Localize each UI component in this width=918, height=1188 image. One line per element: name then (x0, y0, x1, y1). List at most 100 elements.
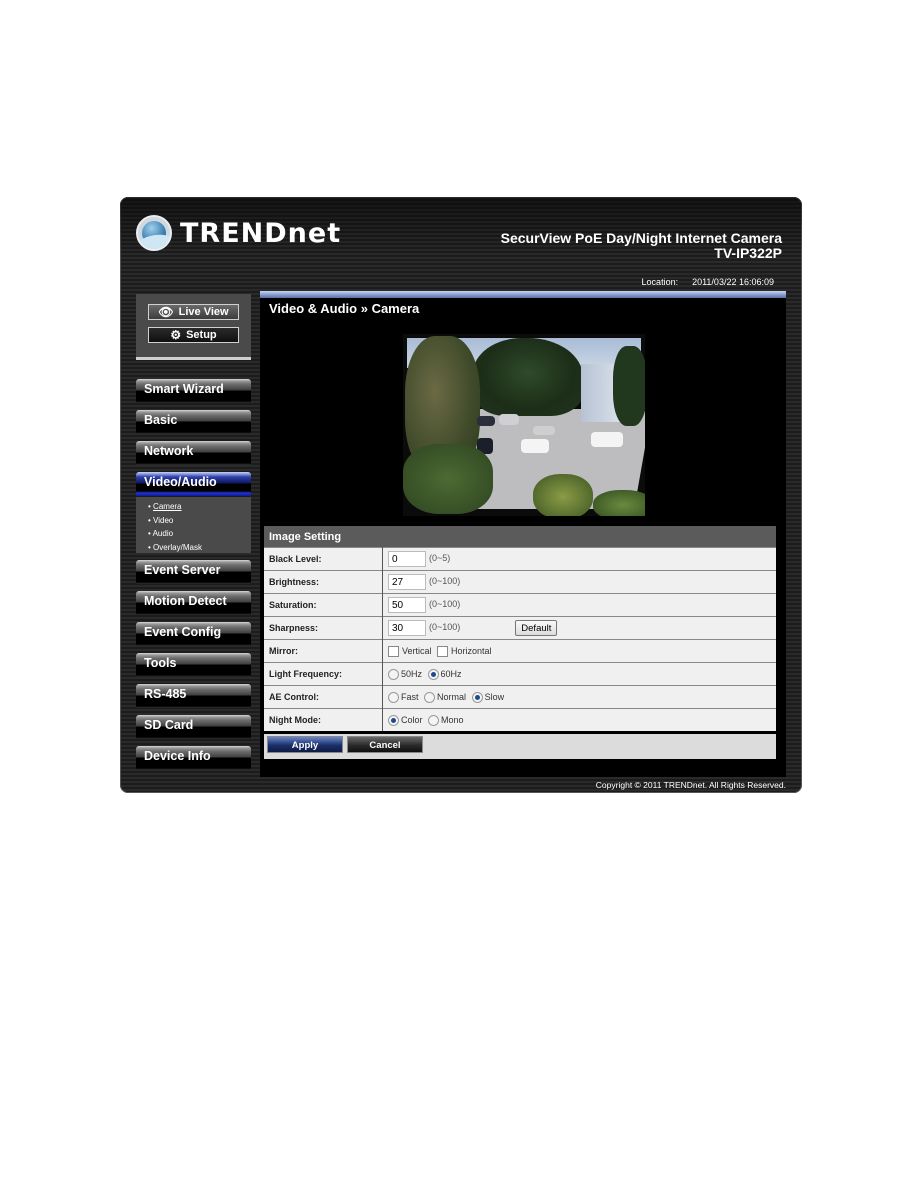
sidebar-item-label: RS-485 (144, 687, 187, 701)
mirror-horizontal-label: Horizontal (451, 646, 492, 657)
sidebar-item-label: Device Info (144, 749, 211, 763)
trendnet-logo: TRENDnet (136, 215, 341, 251)
ae-control-normal-label: Normal (437, 692, 467, 703)
submenu-item-label: Video (153, 515, 174, 525)
submenu-item-camera[interactable]: • Camera (136, 500, 251, 514)
sidebar-item-label: Basic (144, 413, 178, 427)
bullet: • (148, 502, 151, 511)
bullet: • (148, 529, 151, 538)
live-view-label: Live View (178, 306, 229, 318)
bullet: • (148, 515, 151, 525)
sidebar-item-label: Event Config (144, 625, 222, 639)
table-row: Saturation: (0~100) (264, 593, 776, 617)
image-setting-table: Image Setting Black Level: (0~5) Brightn… (264, 526, 776, 731)
trendnet-globe-icon (136, 215, 172, 251)
logo-text: TRENDnet (180, 217, 342, 249)
light-frequency-50hz-label: 50Hz (401, 669, 423, 680)
ae-control-label: AE Control: (264, 685, 383, 709)
location-readout: Location: 2011/03/22 16:06:09 (642, 277, 774, 287)
page-title: Video & Audio » Camera (269, 301, 420, 316)
sidebar-item-event-config[interactable]: Event Config (136, 622, 251, 646)
sidebar-item-basic[interactable]: Basic (136, 410, 251, 434)
sidebar-item-event-server[interactable]: Event Server (136, 560, 251, 584)
action-bar: Apply Cancel (264, 734, 776, 759)
sidebar-item-device-info[interactable]: Device Info (136, 746, 251, 770)
default-button[interactable]: Default (515, 620, 558, 636)
table-row: Brightness: (0~100) (264, 570, 776, 594)
content-header-bar (260, 291, 786, 298)
mode-panel: 👁 Live View ⚙ Setup (136, 294, 251, 360)
sidebar-item-label: SD Card (144, 718, 194, 732)
night-mode-mono-label: Mono (441, 715, 464, 726)
eye-icon: 👁 (158, 305, 174, 319)
product-name: SecurView PoE Day/Night Internet Camera (500, 230, 782, 246)
gears-icon: ⚙ (170, 328, 182, 342)
light-frequency-label: Light Frequency: (264, 662, 383, 686)
app-frame: TRENDnet SecurView PoE Day/Night Interne… (120, 197, 802, 793)
brightness-label: Brightness: (264, 570, 383, 594)
sidebar-item-label: Video/Audio (144, 475, 217, 489)
sidebar-item-label: Tools (144, 656, 177, 670)
sharpness-range: (0~100) (429, 622, 461, 633)
bullet: • (148, 542, 151, 552)
main-content: Video & Audio » Camera Image Setting Bla… (260, 291, 786, 777)
sidebar-item-label: Network (144, 444, 194, 458)
table-row: Mirror: Vertical Horizontal (264, 639, 776, 663)
sidebar-item-label: Event Server (144, 563, 221, 577)
night-mode-color-radio[interactable] (388, 714, 399, 726)
cancel-button[interactable]: Cancel (347, 736, 423, 753)
setup-button[interactable]: ⚙ Setup (148, 327, 239, 343)
location-label: Location: (641, 277, 679, 287)
mirror-vertical-checkbox[interactable] (388, 645, 399, 657)
sharpness-input[interactable] (388, 620, 426, 636)
copyright-text: Copyright © 2011 TRENDnet. All Rights Re… (595, 780, 786, 790)
video-audio-submenu: • Camera • Video • Audio • Overlay/Mask (136, 497, 251, 553)
product-title: SecurView PoE Day/Night Internet Camera … (501, 231, 782, 261)
ae-control-fast-radio[interactable] (388, 691, 399, 703)
night-mode-color-label: Color (401, 715, 423, 726)
camera-preview (403, 334, 645, 516)
submenu-item-label: Camera (153, 502, 182, 511)
apply-button[interactable]: Apply (267, 736, 343, 753)
sidebar-item-sd-card[interactable]: SD Card (136, 715, 251, 739)
table-row: AE Control: Fast Normal Slow (264, 685, 776, 709)
sidebar-item-smart-wizard[interactable]: Smart Wizard (136, 379, 251, 403)
saturation-range: (0~100) (429, 599, 461, 610)
mirror-horizontal-checkbox[interactable] (437, 645, 449, 657)
table-row: Night Mode: Color Mono (264, 708, 776, 731)
submenu-item-audio[interactable]: • Audio (136, 527, 251, 541)
sidebar-item-video-audio[interactable]: Video/Audio (136, 472, 251, 496)
sharpness-label: Sharpness: (264, 616, 383, 640)
sidebar-item-label: Motion Detect (144, 594, 227, 608)
light-frequency-60hz-radio[interactable] (427, 668, 439, 680)
brightness-input[interactable] (388, 574, 426, 590)
submenu-item-video[interactable]: • Video (136, 514, 251, 528)
ae-control-normal-radio[interactable] (424, 691, 436, 703)
night-mode-mono-radio[interactable] (428, 714, 440, 726)
table-row: Sharpness: (0~100) Default (264, 616, 776, 640)
table-row: Light Frequency: 50Hz 60Hz (264, 662, 776, 686)
location-datetime: 2011/03/22 16:06:09 (692, 277, 774, 287)
sidebar-item-network[interactable]: Network (136, 441, 251, 465)
sidebar-item-tools[interactable]: Tools (136, 653, 251, 677)
mirror-label: Mirror: (264, 639, 383, 663)
black-level-range: (0~5) (429, 553, 451, 564)
sidebar-item-label: Smart Wizard (144, 382, 224, 396)
ae-control-slow-radio[interactable] (471, 691, 483, 703)
ae-control-fast-label: Fast (401, 692, 419, 703)
saturation-input[interactable] (388, 597, 426, 613)
black-level-label: Black Level: (264, 547, 383, 571)
sidebar-item-rs-485[interactable]: RS-485 (136, 684, 251, 708)
table-row: Black Level: (0~5) (264, 547, 776, 571)
section-title: Image Setting (264, 526, 776, 548)
saturation-label: Saturation: (264, 593, 383, 617)
product-model: TV-IP322P (714, 245, 782, 261)
night-mode-label: Night Mode: (264, 708, 383, 731)
submenu-item-label: Overlay/Mask (153, 542, 202, 552)
black-level-input[interactable] (388, 551, 426, 567)
sidebar-item-motion-detect[interactable]: Motion Detect (136, 591, 251, 615)
light-frequency-50hz-radio[interactable] (388, 668, 399, 680)
light-frequency-60hz-label: 60Hz (440, 669, 462, 680)
submenu-item-overlay-mask[interactable]: • Overlay/Mask (136, 541, 251, 555)
live-view-button[interactable]: 👁 Live View (148, 304, 239, 320)
